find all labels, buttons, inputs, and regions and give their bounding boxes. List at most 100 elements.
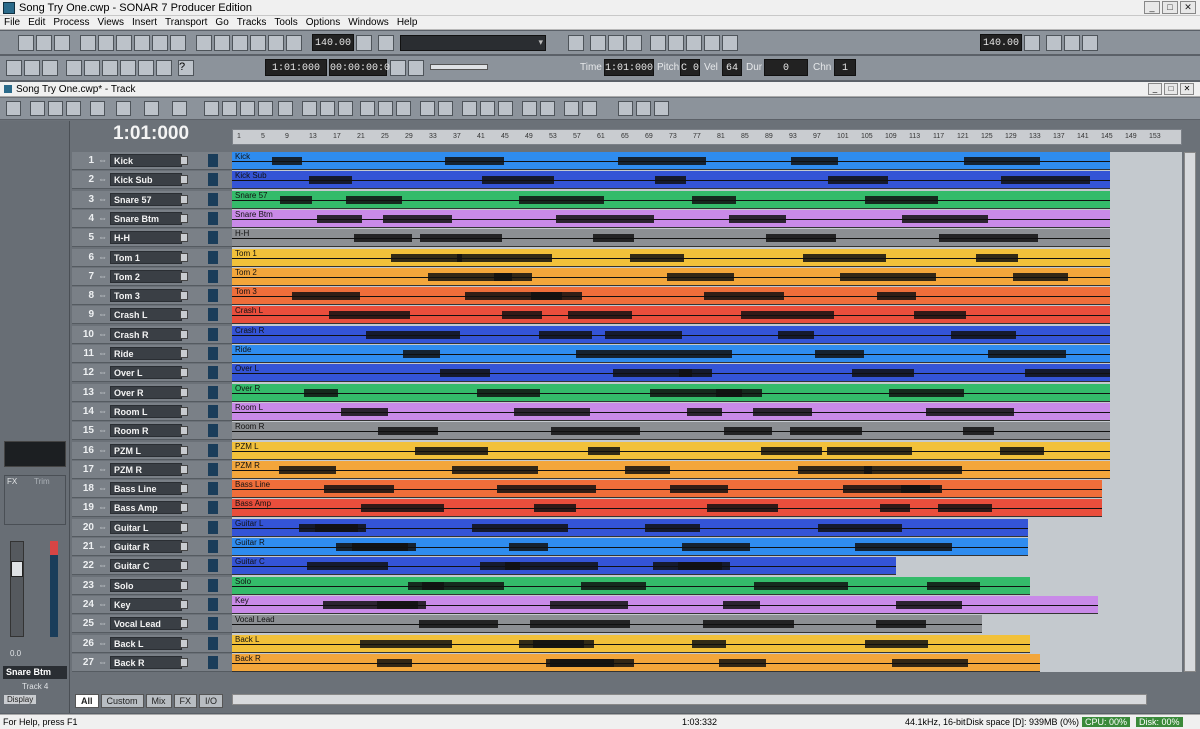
track-name[interactable]: Bass Line xyxy=(110,482,182,496)
menu-help[interactable]: Help xyxy=(397,17,418,28)
track-header[interactable]: 17 ⇔ PZM R xyxy=(72,460,232,479)
track-header[interactable]: 1 ⇔ Kick xyxy=(72,152,232,170)
vertical-scrollbar[interactable] xyxy=(1184,152,1196,672)
redo-icon[interactable] xyxy=(138,60,154,76)
record-icon[interactable] xyxy=(250,35,266,51)
track-header[interactable]: 16 ⇔ PZM L xyxy=(72,441,232,460)
track-header[interactable]: 4 ⇔ Snare Btm xyxy=(72,209,232,228)
automation-write-icon[interactable] xyxy=(668,35,684,51)
menu-process[interactable]: Process xyxy=(53,17,89,28)
mute-solo-icon[interactable] xyxy=(180,522,188,532)
stop-icon[interactable] xyxy=(214,35,230,51)
audio-clip[interactable]: Kick Sub xyxy=(232,171,1110,190)
tab-fx[interactable]: FX xyxy=(173,694,198,708)
track-expand-icon[interactable]: ⇔ xyxy=(98,194,107,204)
tv-restore-button[interactable]: □ xyxy=(1164,83,1178,95)
track-name[interactable]: Kick xyxy=(110,154,182,167)
mute-solo-icon[interactable] xyxy=(180,291,188,301)
track-expand-icon[interactable]: ⇔ xyxy=(98,271,107,281)
select-tool-icon[interactable] xyxy=(30,101,45,116)
maximize-button[interactable]: □ xyxy=(1162,1,1178,14)
paste-icon[interactable] xyxy=(102,60,118,76)
mute-solo-icon[interactable] xyxy=(180,561,188,571)
track-header[interactable]: 2 ⇔ Kick Sub xyxy=(72,171,232,190)
now-time-set-icon[interactable] xyxy=(408,60,424,76)
show-tracks-icon[interactable] xyxy=(618,101,633,116)
track-name[interactable]: Snare Btm xyxy=(110,211,182,225)
track-name[interactable]: Tom 3 xyxy=(110,289,182,303)
track-strip-icon[interactable] xyxy=(172,101,187,116)
menu-options[interactable]: Options xyxy=(306,17,340,28)
track-expand-icon[interactable]: ⇔ xyxy=(98,213,107,223)
fx-bin-icon[interactable] xyxy=(302,101,317,116)
track-name[interactable]: Key xyxy=(110,597,182,611)
mute-solo-icon[interactable] xyxy=(180,252,188,262)
mute-solo-icon[interactable] xyxy=(180,329,188,339)
mute-solo-icon[interactable] xyxy=(180,387,188,397)
zoom-fit-icon[interactable] xyxy=(258,101,273,116)
now-time-mbt[interactable]: 1:01:000 xyxy=(265,59,327,76)
track-name[interactable]: Guitar L xyxy=(110,520,182,534)
tv-minimize-button[interactable]: _ xyxy=(1148,83,1162,95)
track-name[interactable]: Bass Amp xyxy=(110,501,182,515)
track-header[interactable]: 12 ⇔ Over L xyxy=(72,364,232,383)
track-name[interactable]: Solo xyxy=(110,578,182,592)
track-name[interactable]: Vocal Lead xyxy=(110,617,182,631)
track-header[interactable]: 19 ⇔ Bass Amp xyxy=(72,499,232,518)
track-header[interactable]: 25 ⇔ Vocal Lead xyxy=(72,615,232,634)
audio-clip[interactable]: Over L xyxy=(232,364,1110,383)
audio-clip[interactable]: Guitar R xyxy=(232,538,1028,556)
audio-clip[interactable]: Back L xyxy=(232,634,1030,653)
audio-clip[interactable]: Over R xyxy=(232,383,1110,402)
audio-clip[interactable]: Crash R xyxy=(232,325,1110,344)
automation-read-icon[interactable] xyxy=(650,35,666,51)
track-name[interactable]: Ride xyxy=(110,347,182,360)
track-expand-icon[interactable]: ⇔ xyxy=(98,232,107,242)
mute-solo-icon[interactable] xyxy=(180,426,188,436)
mute-solo-icon[interactable] xyxy=(180,368,188,378)
audio-clip[interactable]: H-H xyxy=(232,229,1110,248)
tempo-tap-2-icon[interactable] xyxy=(1024,35,1040,51)
track-header[interactable]: 15 ⇔ Room R xyxy=(72,422,232,441)
track-header[interactable]: 5 ⇔ H-H xyxy=(72,229,232,248)
horizontal-scrollbar[interactable] xyxy=(232,694,1147,705)
track-name[interactable]: Room R xyxy=(110,424,182,438)
mute-solo-icon[interactable] xyxy=(180,156,188,165)
mute-solo-icon[interactable] xyxy=(180,213,188,223)
track-expand-icon[interactable]: ⇔ xyxy=(98,174,107,184)
rewind-icon[interactable] xyxy=(196,35,212,51)
menu-views[interactable]: Views xyxy=(97,17,124,28)
track-name[interactable]: PZM R xyxy=(110,462,182,476)
audio-clip[interactable]: Solo xyxy=(232,576,1030,595)
track-header[interactable]: 26 ⇔ Back L xyxy=(72,634,232,653)
help-icon[interactable]: ? xyxy=(178,60,194,76)
track-header[interactable]: 24 ⇔ Key xyxy=(72,595,232,614)
snapshot-icon[interactable] xyxy=(686,35,702,51)
zoom-tool-icon[interactable] xyxy=(240,101,255,116)
scrub-icon[interactable] xyxy=(704,35,720,51)
audio-clip[interactable]: Crash L xyxy=(232,306,1110,325)
track-name[interactable]: Over L xyxy=(110,366,182,380)
track-expand-icon[interactable]: ⇔ xyxy=(98,657,107,667)
mute-solo-icon[interactable] xyxy=(180,599,188,609)
track-expand-icon[interactable]: ⇔ xyxy=(98,599,107,609)
tempo-up-icon[interactable] xyxy=(1046,35,1062,51)
mute-solo-icon[interactable] xyxy=(180,271,188,281)
duration-field[interactable]: 0 xyxy=(764,59,808,76)
slip-edit-icon[interactable] xyxy=(438,101,453,116)
track-name[interactable]: Over R xyxy=(110,385,182,399)
mute-solo-icon[interactable] xyxy=(180,657,188,667)
tempo-display[interactable]: 140.00 xyxy=(312,34,354,51)
marker-tool-icon[interactable] xyxy=(144,101,159,116)
zoom-in-icon[interactable] xyxy=(204,101,219,116)
track-expand-icon[interactable]: ⇔ xyxy=(98,406,107,416)
track-header[interactable]: 7 ⇔ Tom 2 xyxy=(72,267,232,286)
freeze-icon[interactable] xyxy=(338,101,353,116)
track-name[interactable]: Room L xyxy=(110,404,182,418)
envelope-edit-icon[interactable] xyxy=(378,101,393,116)
menu-tools[interactable]: Tools xyxy=(274,17,297,28)
track-header[interactable]: 27 ⇔ Back R xyxy=(72,653,232,672)
minimize-button[interactable]: _ xyxy=(1144,1,1160,14)
track-expand-icon[interactable]: ⇔ xyxy=(98,522,107,532)
save-file-icon[interactable] xyxy=(54,35,70,51)
